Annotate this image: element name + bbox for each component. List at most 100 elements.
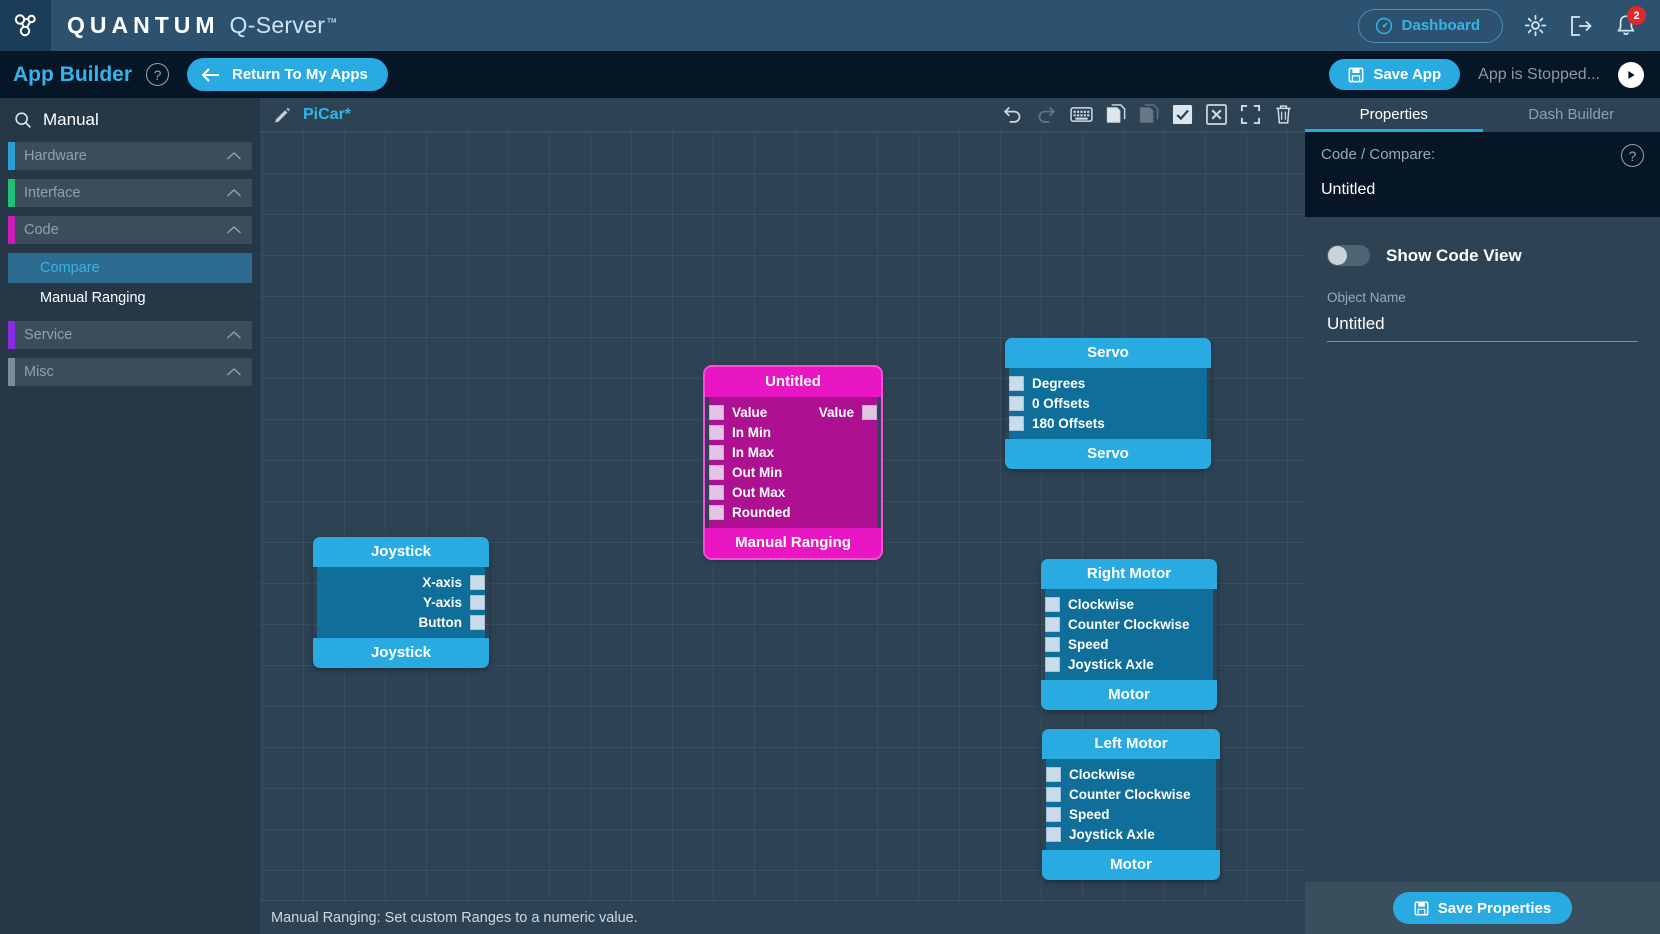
save-properties-button[interactable]: Save Properties [1392,892,1573,924]
object-name-field: Object Name Untitled [1305,266,1660,342]
input-port[interactable] [1009,375,1024,391]
canvas-toolbar [1002,104,1305,125]
sidebar-category-misc[interactable]: Misc [8,358,252,386]
logout-button[interactable] [1568,14,1594,38]
sidebar-category-service[interactable]: Service [8,321,252,349]
tab-dash-builder[interactable]: Dash Builder [1483,98,1660,132]
copy-icon[interactable] [1106,104,1126,125]
node-port-row: Y-axis [317,592,485,612]
input-port[interactable] [1046,806,1061,822]
input-port[interactable] [709,404,724,420]
sidebar-category-interface[interactable]: Interface [8,179,252,207]
sidebar-category-hardware[interactable]: Hardware [8,142,252,170]
project-name[interactable]: PiCar* [303,106,351,124]
input-port[interactable] [709,484,724,500]
help-circle-icon[interactable]: ? [146,63,169,86]
input-port[interactable] [709,464,724,480]
tab-properties[interactable]: Properties [1305,98,1483,132]
save-app-label: Save App [1373,66,1442,83]
node-right-motor[interactable]: Right Motor Clockwise Counter Clockwise Spe… [1041,559,1217,710]
sidebar-item-compare[interactable]: Compare [8,253,252,283]
undo-icon[interactable] [1002,105,1023,124]
x-box-icon[interactable] [1206,104,1227,125]
node-footer-label: Servo [1005,439,1211,469]
properties-tabs: Properties Dash Builder [1305,98,1660,132]
keyboard-icon[interactable] [1070,106,1093,123]
fullscreen-icon[interactable] [1240,104,1261,125]
node-servo[interactable]: Servo Degrees 0 Offsets 180 Offsets Servo [1005,338,1211,469]
sidebar-category-code[interactable]: Code [8,216,252,244]
node-port-row: Speed [1045,634,1213,654]
search-input[interactable]: Manual [43,110,99,130]
input-port-label: Speed [1068,636,1109,652]
pencil-icon[interactable] [273,105,292,124]
node-port-row: Degrees [1009,373,1207,393]
node-left-motor[interactable]: Left Motor Clockwise Counter Clockwise Spee… [1042,729,1220,880]
settings-button[interactable] [1523,13,1548,38]
output-port[interactable] [862,404,877,420]
input-port[interactable] [1045,656,1060,672]
input-port[interactable] [1046,826,1061,842]
dashboard-button[interactable]: Dashboard [1357,8,1503,43]
quantum-logo[interactable] [0,0,51,51]
search-row[interactable]: Manual [0,98,260,142]
breadcrumb-value: Untitled [1321,181,1376,198]
sidebar-category-label: Service [24,327,73,343]
output-port[interactable] [470,594,485,610]
input-port-label: In Max [732,444,775,460]
input-port[interactable] [1045,636,1060,652]
input-port[interactable] [709,444,724,460]
node-port-row: 0 Offsets [1009,393,1207,413]
node-port-row: In Max [709,442,877,462]
app-root: QUANTUM Q-Server ™ Dashboard 2 App Build… [0,0,1660,934]
notifications-button[interactable]: 2 [1614,6,1646,38]
output-port-label: Y-axis [422,594,462,610]
trash-icon[interactable] [1274,104,1293,125]
chevron-up-icon [226,188,242,197]
input-port[interactable] [1045,616,1060,632]
input-port-label: Rounded [732,504,791,520]
save-app-button[interactable]: Save App [1329,59,1461,90]
save-disk-icon [1348,67,1364,82]
input-port-label: Joystick Axle [1069,826,1155,842]
app-status-text: App is Stopped... [1478,65,1600,83]
output-port[interactable] [470,614,485,630]
node-body: Clockwise Counter Clockwise Speed Joystick … [1045,589,1213,680]
brand-bar: QUANTUM Q-Server ™ Dashboard 2 [0,0,1660,51]
sidebar-category-label: Hardware [24,148,87,164]
node-footer-label: Joystick [313,638,489,668]
output-port[interactable] [470,574,485,590]
node-joystick[interactable]: Joystick X-axis Y-axis Button Joystick [313,537,489,668]
show-code-view-toggle[interactable] [1327,245,1370,266]
sidebar-item-manual-ranging[interactable]: Manual Ranging [8,283,252,313]
canvas-status-text: Manual Ranging: Set custom Ranges to a n… [271,909,638,926]
canvas-panel: PiCar* Untitled Value Value In Min In Max Out… [260,98,1305,934]
input-port[interactable] [1009,415,1024,431]
input-port[interactable] [1009,395,1024,411]
gauge-icon [1375,17,1392,34]
check-box-icon[interactable] [1172,104,1193,125]
node-manual-ranging[interactable]: Untitled Value Value In Min In Max Out Min Out… [703,365,883,560]
brand-name-bold: QUANTUM [67,12,220,38]
node-title: Joystick [313,537,489,567]
run-app-button[interactable] [1618,61,1644,88]
chevron-up-icon [226,367,242,376]
properties-help-icon[interactable]: ? [1621,144,1644,167]
page-title: App Builder [13,62,132,86]
object-name-input[interactable]: Untitled [1327,305,1638,342]
node-title: Right Motor [1041,559,1217,589]
molecule-logo-icon [14,13,36,36]
category-color-bar [8,179,15,207]
input-port[interactable] [709,504,724,520]
canvas-status-bar: Manual Ranging: Set custom Ranges to a n… [260,900,1305,934]
properties-breadcrumb-block: Code / Compare: Untitled ? [1305,132,1660,217]
return-to-my-apps-button[interactable]: Return To My Apps [187,58,388,91]
dashboard-label: Dashboard [1401,17,1480,34]
input-port[interactable] [1045,596,1060,612]
node-canvas[interactable]: Untitled Value Value In Min In Max Out Min Out… [260,132,1305,900]
node-port-row: Button [317,612,485,632]
input-port[interactable] [1046,766,1061,782]
sidebar-category-label: Misc [24,364,54,380]
input-port[interactable] [1046,786,1061,802]
input-port[interactable] [709,424,724,440]
